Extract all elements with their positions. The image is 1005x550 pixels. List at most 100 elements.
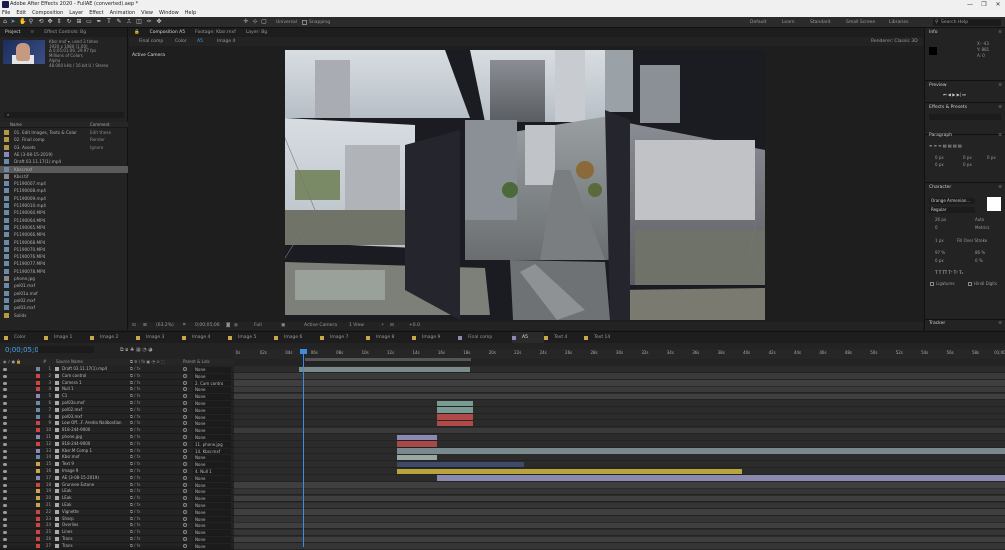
- menu-composition[interactable]: Composition: [32, 9, 63, 17]
- layer-label-color[interactable]: [36, 441, 40, 446]
- layer-row[interactable]: 27 Trans ⧉ / fx None: [0, 543, 234, 550]
- tab-composition[interactable]: Composition A5: [145, 28, 190, 37]
- always-preview-icon[interactable]: ⊡: [132, 322, 136, 330]
- maximize-button[interactable]: ❐: [977, 0, 991, 9]
- layer-row[interactable]: 22 Vignette ⧉ / fx None: [0, 509, 234, 516]
- layer-label-color[interactable]: [36, 469, 40, 473]
- parent-pickwhip-icon[interactable]: [183, 373, 187, 378]
- parent-pickwhip-icon[interactable]: [183, 435, 187, 439]
- fill-color-swatch[interactable]: [987, 197, 1001, 211]
- current-time-indicator[interactable]: [300, 349, 307, 547]
- parent-dropdown[interactable]: 14. Kbsr.mxf: [193, 448, 231, 454]
- layer-label-color[interactable]: [36, 462, 40, 467]
- project-item[interactable]: Draft 03.11.17(1).mp4: [0, 158, 128, 165]
- panel-menu-icon[interactable]: ≡: [998, 320, 1002, 328]
- project-item[interactable]: P1190007.mp4: [0, 180, 128, 187]
- align-buttons[interactable]: ≡ ≡ ≡ ▤ ▤ ▤ ▤: [929, 143, 962, 148]
- parent-pickwhip-icon[interactable]: [183, 380, 187, 385]
- layer-duration-bar[interactable]: [234, 509, 1005, 515]
- parent-dropdown[interactable]: None: [193, 482, 231, 488]
- nav-final-comp[interactable]: Final comp: [139, 37, 163, 46]
- layer-label-color[interactable]: [36, 537, 40, 541]
- layer-label-color[interactable]: [36, 503, 40, 507]
- layer-label-color[interactable]: [36, 435, 40, 439]
- selection-tool-icon[interactable]: ➤: [10, 19, 16, 25]
- axis-mode-icon[interactable]: ✛: [243, 19, 249, 25]
- help-search-input[interactable]: ⚲ Search Help: [933, 19, 1001, 26]
- parent-pickwhip-icon[interactable]: [183, 482, 187, 487]
- brush-tool-icon[interactable]: ✎: [116, 19, 122, 25]
- visibility-eye-icon[interactable]: [3, 504, 7, 507]
- parent-dropdown[interactable]: None: [193, 455, 231, 461]
- parent-pickwhip-icon[interactable]: [183, 414, 187, 419]
- layer-row[interactable]: 25 Lines ⧉ / fx None: [0, 529, 234, 536]
- parent-pickwhip-icon[interactable]: [183, 537, 187, 541]
- grid-icon[interactable]: ⊞: [143, 322, 147, 330]
- parent-pickwhip-icon[interactable]: [183, 469, 187, 473]
- parent-dropdown[interactable]: None: [193, 537, 231, 542]
- parent-dropdown[interactable]: None: [193, 394, 231, 400]
- layer-duration-bar[interactable]: [437, 420, 473, 427]
- layer-duration-bar[interactable]: [234, 427, 1005, 434]
- project-item[interactable]: P1190064.MP4: [0, 217, 128, 224]
- world-axis-icon[interactable]: ⊹: [252, 19, 258, 25]
- visibility-eye-icon[interactable]: [3, 429, 7, 433]
- layer-row[interactable]: 14 Kbsr.mxf ⧉ / fx None: [0, 454, 234, 462]
- layer-row[interactable]: 6 pol03a.mxf ⧉ / fx None: [0, 400, 234, 407]
- home-icon[interactable]: ⌂: [2, 19, 8, 25]
- layer-label-color[interactable]: [36, 394, 40, 399]
- visibility-eye-icon[interactable]: [3, 517, 7, 521]
- layer-label-color[interactable]: [36, 448, 40, 453]
- panel-menu-icon[interactable]: ≡: [25, 28, 39, 37]
- layer-label-color[interactable]: [36, 380, 40, 385]
- renderer-label[interactable]: Renderer: Classic 3D: [871, 37, 918, 46]
- visibility-eye-icon[interactable]: [3, 524, 7, 528]
- layer-switches[interactable]: ⧉ / fx: [130, 454, 141, 461]
- parent-pickwhip-icon[interactable]: [183, 496, 187, 501]
- panel-menu-icon[interactable]: ≡: [998, 82, 1002, 90]
- project-item[interactable]: pol02.mxf: [0, 297, 128, 304]
- layer-row[interactable]: 12 818-244-9000 ⧉ / fx 11. phone.jpg: [0, 441, 234, 448]
- tab-layer[interactable]: Layer: Bg: [241, 28, 272, 37]
- eraser-tool-icon[interactable]: ◫: [136, 19, 142, 25]
- rectangle-tool-icon[interactable]: ▭: [86, 19, 92, 25]
- parent-pickwhip-icon[interactable]: [183, 394, 187, 399]
- layer-duration-bar[interactable]: [234, 393, 1005, 400]
- parent-dropdown[interactable]: None: [193, 509, 231, 515]
- roto-brush-tool-icon[interactable]: ✑: [146, 19, 152, 25]
- panel-menu-icon[interactable]: ≡: [998, 132, 1002, 140]
- parent-pickwhip-icon[interactable]: [183, 523, 187, 528]
- visibility-eye-icon[interactable]: [3, 442, 7, 446]
- parent-dropdown[interactable]: None: [193, 530, 231, 536]
- nav-color[interactable]: Color: [175, 37, 187, 46]
- layer-row[interactable]: 1 Draft 03.11.17(1).mp4 ⧉ / fx None: [0, 366, 234, 373]
- layer-switches[interactable]: ⧉ / fx: [130, 373, 141, 380]
- view-axis-icon[interactable]: ▢: [261, 19, 267, 25]
- layer-label-color[interactable]: [36, 516, 40, 521]
- tab-project[interactable]: Project: [0, 28, 25, 37]
- menu-layer[interactable]: Layer: [69, 9, 83, 17]
- preview-controls[interactable]: ⏮ ◀ ▶ ▶| ⏭: [943, 92, 966, 97]
- layer-label-color[interactable]: [36, 387, 40, 392]
- layer-switches[interactable]: ⧉ / fx: [130, 420, 141, 427]
- layer-duration-bar[interactable]: [234, 373, 1005, 379]
- workspace-small-screen[interactable]: Small Screen: [846, 17, 875, 28]
- visibility-eye-icon[interactable]: [3, 544, 7, 548]
- visibility-eye-icon[interactable]: [3, 538, 7, 541]
- parent-pickwhip-icon[interactable]: [183, 448, 187, 453]
- layer-switches[interactable]: ⧉ / fx: [130, 393, 141, 400]
- parent-dropdown[interactable]: None: [193, 475, 231, 481]
- layer-switches[interactable]: ⧉ / fx: [130, 427, 141, 434]
- nav-image-4[interactable]: Image 4: [217, 37, 235, 46]
- timeline-tab[interactable]: Text 14: [584, 332, 630, 343]
- visibility-eye-icon[interactable]: [3, 395, 7, 399]
- parent-pickwhip-icon[interactable]: [183, 516, 187, 521]
- timeline-tab[interactable]: Image 5: [228, 332, 274, 343]
- puppet-tool-icon[interactable]: ✤: [156, 19, 162, 25]
- hindi-digits-checkbox[interactable]: [968, 282, 972, 286]
- parent-pickwhip-icon[interactable]: [183, 387, 187, 392]
- parent-pickwhip-icon[interactable]: [183, 421, 187, 426]
- project-item[interactable]: Solids: [0, 312, 128, 319]
- parent-pickwhip-icon[interactable]: [183, 407, 187, 412]
- layer-row[interactable]: 7 pol02.mxf ⧉ / fx None: [0, 407, 234, 414]
